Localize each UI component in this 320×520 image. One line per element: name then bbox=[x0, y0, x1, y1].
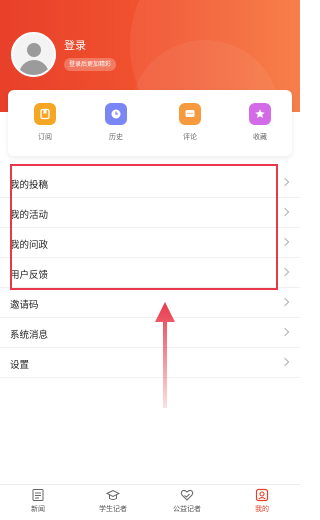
tab-charity-reporter[interactable]: 公益记者 bbox=[157, 488, 217, 514]
tab-student-reporter[interactable]: 学生记者 bbox=[83, 488, 143, 514]
chevron-right-icon bbox=[280, 327, 290, 337]
login-link[interactable]: 登录 bbox=[64, 37, 86, 53]
login-badge[interactable]: 登录后更加精彩 bbox=[64, 58, 117, 71]
quick-action-favorite[interactable]: 收藏 bbox=[240, 103, 280, 142]
bottom-tab-bar: 新闻 学生记者 公益记者 我的 bbox=[0, 484, 300, 520]
menu-item-submissions[interactable]: 我的投稿 bbox=[0, 168, 300, 198]
quick-action-subscribe[interactable]: 订阅 bbox=[25, 103, 65, 142]
favorite-icon bbox=[249, 103, 271, 125]
menu-item-settings[interactable]: 设置 bbox=[0, 348, 300, 378]
menu-item-label: 用户反馈 bbox=[10, 270, 49, 281]
chevron-right-icon bbox=[280, 237, 290, 247]
quick-action-label: 历史 bbox=[109, 133, 123, 141]
chevron-right-icon bbox=[280, 357, 290, 367]
menu-item-label: 邀请码 bbox=[10, 300, 39, 311]
tab-news[interactable]: 新闻 bbox=[8, 488, 68, 514]
chevron-right-icon bbox=[280, 267, 290, 277]
menu-item-system-messages[interactable]: 系统消息 bbox=[0, 318, 300, 348]
tab-label: 学生记者 bbox=[99, 505, 127, 513]
history-icon bbox=[105, 103, 127, 125]
student-reporter-icon bbox=[106, 489, 120, 500]
avatar-body bbox=[19, 60, 49, 75]
avatar[interactable] bbox=[11, 32, 56, 77]
quick-actions-card: 订阅 历史 评论 收藏 bbox=[8, 90, 292, 156]
chevron-right-icon bbox=[280, 297, 290, 307]
chevron-right-icon bbox=[280, 207, 290, 217]
menu-item-label: 设置 bbox=[10, 360, 30, 371]
tab-label: 新闻 bbox=[31, 505, 45, 513]
tab-label: 我的 bbox=[255, 505, 269, 513]
charity-reporter-icon bbox=[180, 489, 194, 501]
menu-item-label: 我的活动 bbox=[10, 210, 49, 221]
profile-icon bbox=[255, 488, 269, 502]
menu-item-label: 系统消息 bbox=[10, 330, 49, 341]
quick-action-history[interactable]: 历史 bbox=[96, 103, 136, 142]
menu-list: 我的投稿 我的活动 我的问政 用户反馈 邀请码 系统消息 设置 bbox=[0, 168, 300, 378]
quick-action-comment[interactable]: 评论 bbox=[170, 103, 210, 142]
menu-item-activities[interactable]: 我的活动 bbox=[0, 198, 300, 228]
menu-item-label: 我的问政 bbox=[10, 240, 49, 251]
quick-action-label: 评论 bbox=[183, 133, 197, 141]
quick-action-label: 订阅 bbox=[38, 133, 52, 141]
menu-item-inquiries[interactable]: 我的问政 bbox=[0, 228, 300, 258]
news-icon bbox=[32, 489, 44, 501]
tab-label: 公益记者 bbox=[173, 505, 201, 513]
tab-profile[interactable]: 我的 bbox=[232, 488, 292, 514]
subscribe-icon bbox=[34, 103, 56, 125]
menu-item-invite-code[interactable]: 邀请码 bbox=[0, 288, 300, 318]
menu-item-feedback[interactable]: 用户反馈 bbox=[0, 258, 300, 288]
menu-item-label: 我的投稿 bbox=[10, 180, 49, 191]
quick-action-label: 收藏 bbox=[253, 133, 267, 141]
chevron-right-icon bbox=[280, 177, 290, 187]
comment-icon bbox=[179, 103, 201, 125]
avatar-head bbox=[27, 43, 41, 57]
